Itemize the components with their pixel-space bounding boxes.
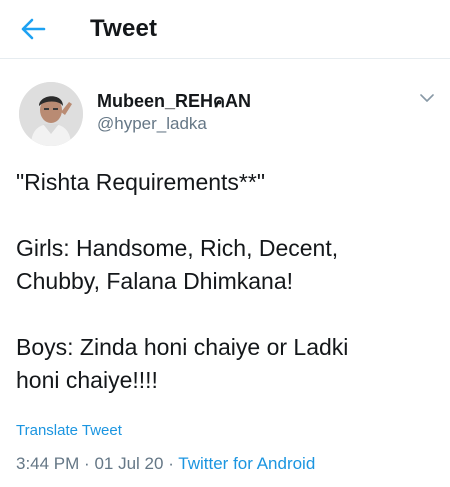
tweet-menu-button[interactable] (415, 86, 439, 110)
tweet-time: 3:44 PM (16, 454, 80, 473)
meta-separator: · (168, 454, 174, 473)
arrow-left-icon (21, 18, 46, 40)
tweet-meta: 3:44 PM · 01 Jul 20 · Twitter for Androi… (16, 454, 315, 474)
tweet-text-line: Chubby, Falana Dhimkana! (16, 268, 293, 294)
tweet-text-line: Boys: Zinda honi chaiye or Ladki (16, 334, 349, 360)
page-title: Tweet (90, 15, 158, 42)
tweet-source-link[interactable]: Twitter for Android (178, 454, 315, 473)
meta-separator: · (84, 454, 90, 473)
translate-tweet-link[interactable]: Translate Tweet (16, 422, 122, 439)
tweet-text-line: Girls: Handsome, Rich, Decent, (16, 235, 339, 261)
profile-photo (19, 82, 83, 146)
chevron-down-icon (420, 93, 434, 102)
tweet-text-line: "Rishta Requirements**" (16, 169, 265, 195)
author-display-name[interactable]: Mubeen_REHคAN (97, 86, 251, 115)
top-bar: Tweet (0, 0, 450, 59)
tweet-date: 01 Jul 20 (94, 454, 164, 473)
author-handle[interactable]: @hyper_ladka (97, 114, 207, 134)
tweet-text-line: honi chaiye!!!! (16, 367, 158, 393)
tweet-text: "Rishta Requirements**" Girls: Handsome,… (16, 166, 436, 397)
back-button[interactable] (18, 14, 48, 44)
avatar[interactable] (19, 82, 83, 146)
